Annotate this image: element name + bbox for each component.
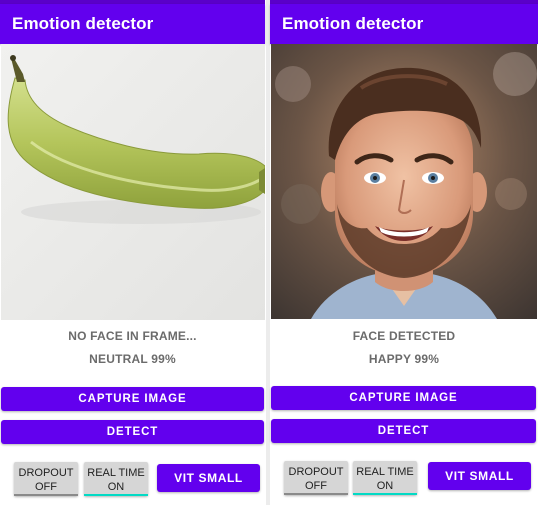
realtime-toggle-indicator	[353, 493, 417, 495]
face-status-label: NO FACE IN FRAME...	[68, 329, 197, 343]
detect-button[interactable]: DETECT	[271, 419, 536, 443]
dropout-toggle-state: OFF	[305, 480, 327, 492]
app-bar: Emotion detector	[270, 4, 538, 44]
realtime-toggle-state: ON	[107, 481, 125, 493]
emotion-result-label: HAPPY 99%	[368, 352, 440, 366]
realtime-toggle[interactable]: REAL TIME ON	[353, 461, 417, 495]
vit-small-button[interactable]: VIT SMALL	[157, 464, 260, 492]
vit-small-button[interactable]: VIT SMALL	[428, 462, 531, 490]
face-photo	[271, 44, 537, 319]
dropout-toggle-state: OFF	[35, 481, 57, 493]
camera-preview	[271, 44, 537, 319]
camera-preview	[1, 44, 265, 320]
dropout-toggle-indicator	[14, 494, 78, 496]
dropout-toggle-indicator	[284, 493, 348, 495]
emotion-result-label: NEUTRAL 99%	[89, 352, 176, 366]
capture-image-button[interactable]: CAPTURE IMAGE	[271, 386, 536, 410]
app-screen-left: Emotion detector NO FACE IN FRAME... NEU…	[0, 0, 265, 505]
dropout-toggle-label: DROPOUT	[288, 466, 344, 478]
realtime-toggle[interactable]: REAL TIME ON	[84, 462, 148, 496]
face-status-label: FACE DETECTED	[352, 329, 456, 343]
capture-image-button[interactable]: CAPTURE IMAGE	[1, 387, 264, 411]
dropout-toggle[interactable]: DROPOUT OFF	[14, 462, 78, 496]
app-title: Emotion detector	[282, 14, 424, 33]
realtime-toggle-state: ON	[376, 480, 394, 492]
app-screen-right: Emotion detector FACE DETECTED HAPPY 99%…	[270, 0, 538, 505]
app-title: Emotion detector	[12, 14, 154, 33]
banana-photo	[1, 44, 265, 320]
screens-container: Emotion detector NO FACE IN FRAME... NEU…	[0, 0, 538, 505]
realtime-toggle-label: REAL TIME	[356, 466, 414, 478]
dropout-toggle[interactable]: DROPOUT OFF	[284, 461, 348, 495]
detect-button[interactable]: DETECT	[1, 420, 264, 444]
realtime-toggle-indicator	[84, 494, 148, 496]
dropout-toggle-label: DROPOUT	[18, 467, 74, 479]
realtime-toggle-label: REAL TIME	[87, 467, 145, 479]
app-bar: Emotion detector	[0, 4, 265, 44]
